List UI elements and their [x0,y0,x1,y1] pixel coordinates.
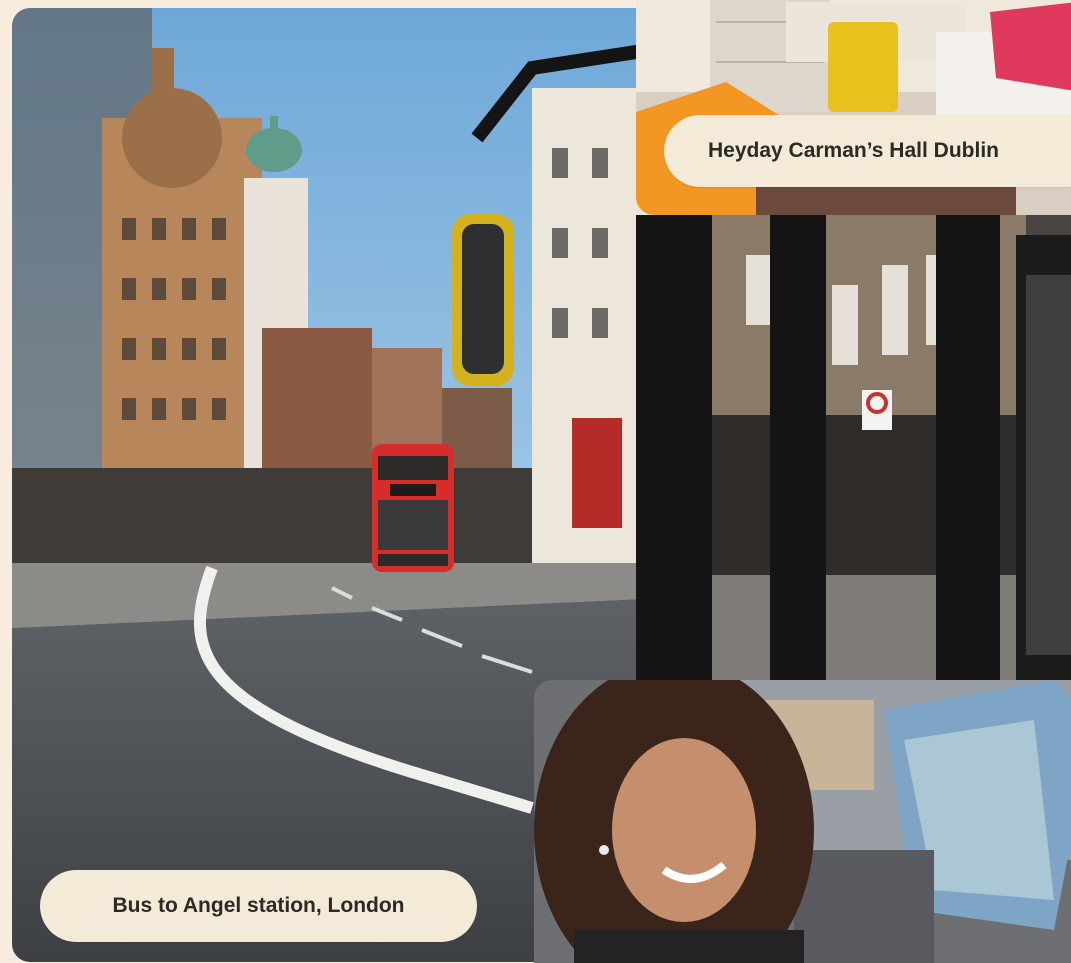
london-caption[interactable]: Bus to Angel station, London [40,870,477,942]
bus-window-photo-tile[interactable] [636,215,1071,690]
woman-image [534,680,1071,963]
woman-photo-tile[interactable] [534,680,1071,963]
dublin-room-photo-tile[interactable]: Heyday Carman’s Hall Dublin [636,0,1071,215]
dublin-caption[interactable]: Heyday Carman’s Hall Dublin [664,115,1071,187]
dublin-caption-text: Heyday Carman’s Hall Dublin [708,139,999,162]
bus-graphic [372,444,454,572]
bus-window-image [636,215,1071,690]
london-caption-text: Bus to Angel station, London [112,894,405,917]
photo-collage: Bus to Angel station, London Heyday Carm… [0,0,1071,963]
